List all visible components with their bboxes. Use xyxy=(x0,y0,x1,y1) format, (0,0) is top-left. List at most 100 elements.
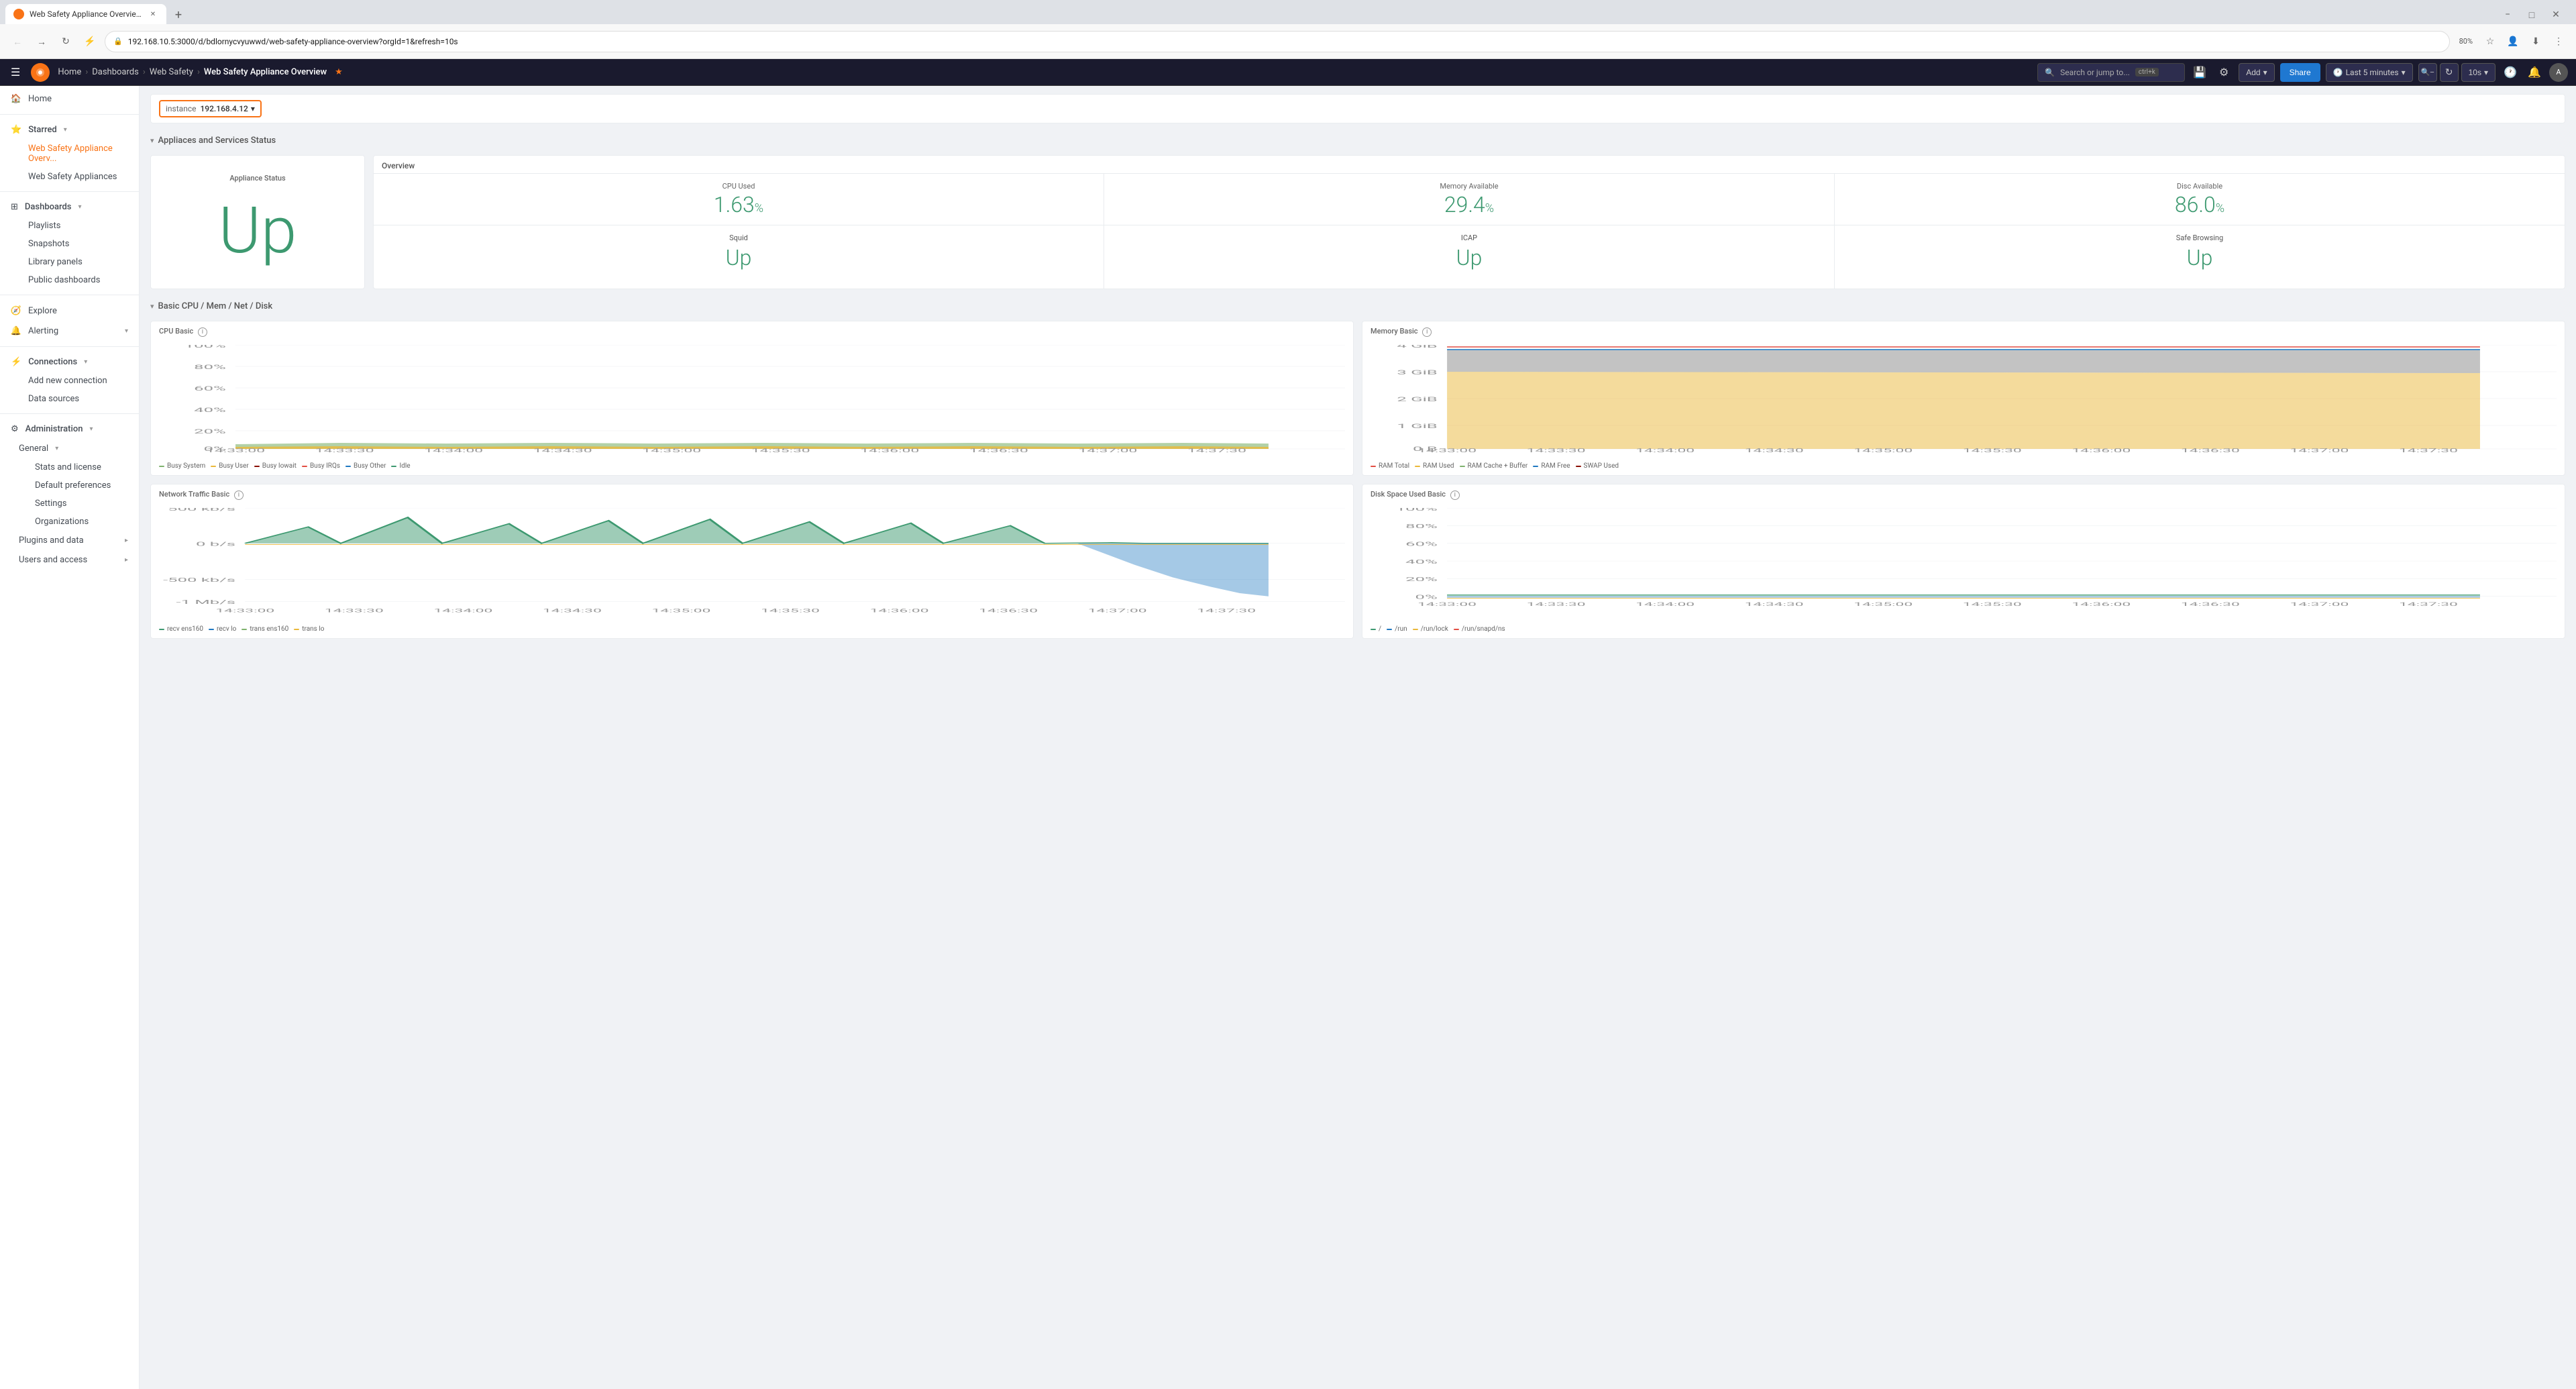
breadcrumb-dashboards[interactable]: Dashboards xyxy=(92,67,139,77)
sidebar-item-library-panels[interactable]: Library panels xyxy=(0,253,139,271)
sidebar-item-settings[interactable]: Settings xyxy=(0,495,139,513)
new-tab-button[interactable]: + xyxy=(169,5,188,24)
zoom-out-button[interactable]: 🔍− xyxy=(2418,63,2437,82)
sidebar-item-alerting[interactable]: 🔔 Alerting ▾ xyxy=(0,321,139,341)
profile-button[interactable]: 👤 xyxy=(2504,32,2522,51)
settings-button[interactable]: ⚙ xyxy=(2214,63,2233,82)
add-panel-button[interactable]: Add ▾ xyxy=(2239,63,2274,82)
svg-text:14:34:30: 14:34:30 xyxy=(1745,448,1804,452)
svg-text:-500 kb/s: -500 kb/s xyxy=(163,576,235,583)
sidebar-section-explore: 🧭 Explore 🔔 Alerting ▾ xyxy=(0,298,139,344)
sidebar-item-organizations[interactable]: Organizations xyxy=(0,513,139,531)
svg-text:500 kb/s: 500 kb/s xyxy=(168,508,235,512)
search-shortcut: ctrl+k xyxy=(2135,68,2159,76)
disk-chart-title: Disk Space Used Basic i xyxy=(1362,484,2565,503)
users-label: Users and access xyxy=(19,555,118,565)
sidebar-item-playlists[interactable]: Playlists xyxy=(0,217,139,235)
sidebar-item-web-safety-appliances[interactable]: Web Safety Appliances xyxy=(0,168,139,186)
breadcrumb-home[interactable]: Home xyxy=(58,67,81,77)
svg-text:100%: 100% xyxy=(1396,508,1438,512)
refresh-button[interactable]: ↻ xyxy=(2440,63,2459,82)
grafana-logo xyxy=(31,63,50,82)
download-button[interactable]: ⬇ xyxy=(2526,32,2545,51)
share-button[interactable]: Share xyxy=(2280,63,2320,82)
general-label: General xyxy=(19,444,48,454)
explore-label: Explore xyxy=(28,306,128,316)
svg-text:60%: 60% xyxy=(194,385,226,393)
memory-chart-panel: Memory Basic i xyxy=(1362,321,2565,476)
reload-button[interactable]: ↻ xyxy=(56,32,75,51)
organizations-label: Organizations xyxy=(35,517,89,527)
sidebar-divider-1 xyxy=(0,114,139,115)
sidebar-item-plugins[interactable]: Plugins and data ▸ xyxy=(0,531,139,550)
safe-browsing-service: Safe Browsing Up xyxy=(1835,225,2565,289)
bookmark-button[interactable]: ☆ xyxy=(2481,32,2500,51)
save-dashboard-button[interactable]: 💾 xyxy=(2190,63,2209,82)
refresh-interval-button[interactable]: 10s ▾ xyxy=(2461,63,2496,82)
minimize-button[interactable]: − xyxy=(2498,5,2517,24)
instance-variable-selector[interactable]: instance 192.168.4.12 ▾ xyxy=(159,100,262,117)
user-avatar[interactable]: A xyxy=(2549,63,2568,82)
svg-text:14:35:00: 14:35:00 xyxy=(1854,448,1913,452)
cpu-info-icon[interactable]: i xyxy=(198,327,207,337)
section1-header[interactable]: ▾ Appliaces and Services Status xyxy=(150,132,2565,150)
appliance-status-title: Appliance Status xyxy=(221,168,293,185)
hamburger-menu-button[interactable]: ☰ xyxy=(8,63,23,81)
forward-button[interactable]: → xyxy=(32,32,51,51)
sidebar-item-web-safety-overview[interactable]: Web Safety Appliance Overv... xyxy=(0,140,139,168)
sidebar-item-users[interactable]: Users and access ▸ xyxy=(0,550,139,570)
legend-busy-irqs: Busy IRQs xyxy=(302,462,340,470)
extensions-button[interactable]: ⚡ xyxy=(80,32,99,51)
search-bar[interactable]: 🔍 Search or jump to... ctrl+k xyxy=(2037,63,2185,82)
legend-run-snapd: /run/snapd/ns xyxy=(1454,625,1505,633)
sidebar-starred-header[interactable]: ⭐ Starred ▾ xyxy=(0,120,139,140)
maximize-button[interactable]: □ xyxy=(2522,5,2541,24)
squid-status: Up xyxy=(384,245,1093,270)
sidebar-item-default-preferences[interactable]: Default preferences xyxy=(0,476,139,495)
sidebar-item-public-dashboards[interactable]: Public dashboards xyxy=(0,271,139,289)
playlists-label: Playlists xyxy=(28,221,60,231)
svg-text:14:37:00: 14:37:00 xyxy=(2290,601,2349,607)
sidebar-general-header[interactable]: General ▾ xyxy=(0,439,139,458)
cpu-chart-legend: Busy System Busy User Busy Iowait xyxy=(151,460,1353,475)
sidebar-item-snapshots[interactable]: Snapshots xyxy=(0,235,139,253)
sidebar-item-add-connection[interactable]: Add new connection xyxy=(0,372,139,390)
close-window-button[interactable]: ✕ xyxy=(2546,5,2565,24)
browser-actions: 80% ☆ 👤 ⬇ ⋮ xyxy=(2455,32,2568,51)
mem-info-icon[interactable]: i xyxy=(1422,327,1432,337)
sidebar-item-home[interactable]: 🏠 Home xyxy=(0,89,139,109)
disk-chart-legend: / /run /run/lock xyxy=(1362,623,2565,638)
active-tab[interactable]: Web Safety Appliance Overvie... ✕ xyxy=(5,4,166,24)
sidebar-item-data-sources[interactable]: Data sources xyxy=(0,390,139,408)
breadcrumb-web-safety[interactable]: Web Safety xyxy=(150,67,193,77)
back-button[interactable]: ← xyxy=(8,32,27,51)
app-container: ☰ Home › Dashboards › Web Safety › Web S… xyxy=(0,59,2576,1389)
svg-text:80%: 80% xyxy=(194,364,226,371)
top-nav-actions: 🔍 Search or jump to... ctrl+k 💾 ⚙ Add ▾ … xyxy=(2037,63,2568,82)
alert-icon: 🔔 xyxy=(11,325,21,336)
notifications-button[interactable]: 🔔 xyxy=(2525,63,2544,82)
tab-close-button[interactable]: ✕ xyxy=(148,9,158,19)
favorite-star-icon[interactable]: ★ xyxy=(335,67,343,77)
section2-header[interactable]: ▾ Basic CPU / Mem / Net / Disk xyxy=(150,297,2565,315)
sidebar-connections-header[interactable]: ⚡ Connections ▾ xyxy=(0,352,139,372)
menu-button[interactable]: ⋮ xyxy=(2549,32,2568,51)
net-info-icon[interactable]: i xyxy=(234,491,244,500)
main-layout: 🏠 Home ⭐ Starred ▾ Web Safety Appliance … xyxy=(0,86,2576,1389)
disk-info-icon[interactable]: i xyxy=(1450,491,1460,500)
legend-ram-cache: RAM Cache + Buffer xyxy=(1460,462,1528,470)
sidebar-dashboards-header[interactable]: ⊞ Dashboards ▾ xyxy=(0,197,139,217)
home-label: Home xyxy=(28,94,128,104)
svg-text:14:36:30: 14:36:30 xyxy=(2181,448,2240,452)
sidebar-admin-header[interactable]: ⚙ Administration ▾ xyxy=(0,419,139,439)
time-range-picker[interactable]: 🕐 Last 5 minutes ▾ xyxy=(2326,63,2413,82)
mem-metric: Memory Available 29.4% xyxy=(1104,174,1835,225)
svg-text:4 GiB: 4 GiB xyxy=(1397,345,1437,349)
network-chart-panel: Network Traffic Basic i 500 xyxy=(150,484,1354,639)
sidebar-item-stats-license[interactable]: Stats and license xyxy=(0,458,139,476)
sidebar-item-explore[interactable]: 🧭 Explore xyxy=(0,301,139,321)
sidebar-section-connections: ⚡ Connections ▾ Add new connection Data … xyxy=(0,350,139,411)
history-button[interactable]: 🕐 xyxy=(2501,63,2520,82)
svg-text:14:37:00: 14:37:00 xyxy=(2290,448,2349,452)
address-bar[interactable]: 🔒 192.168.10.5:3000/d/bdlornycvyuwwd/web… xyxy=(105,31,2450,52)
